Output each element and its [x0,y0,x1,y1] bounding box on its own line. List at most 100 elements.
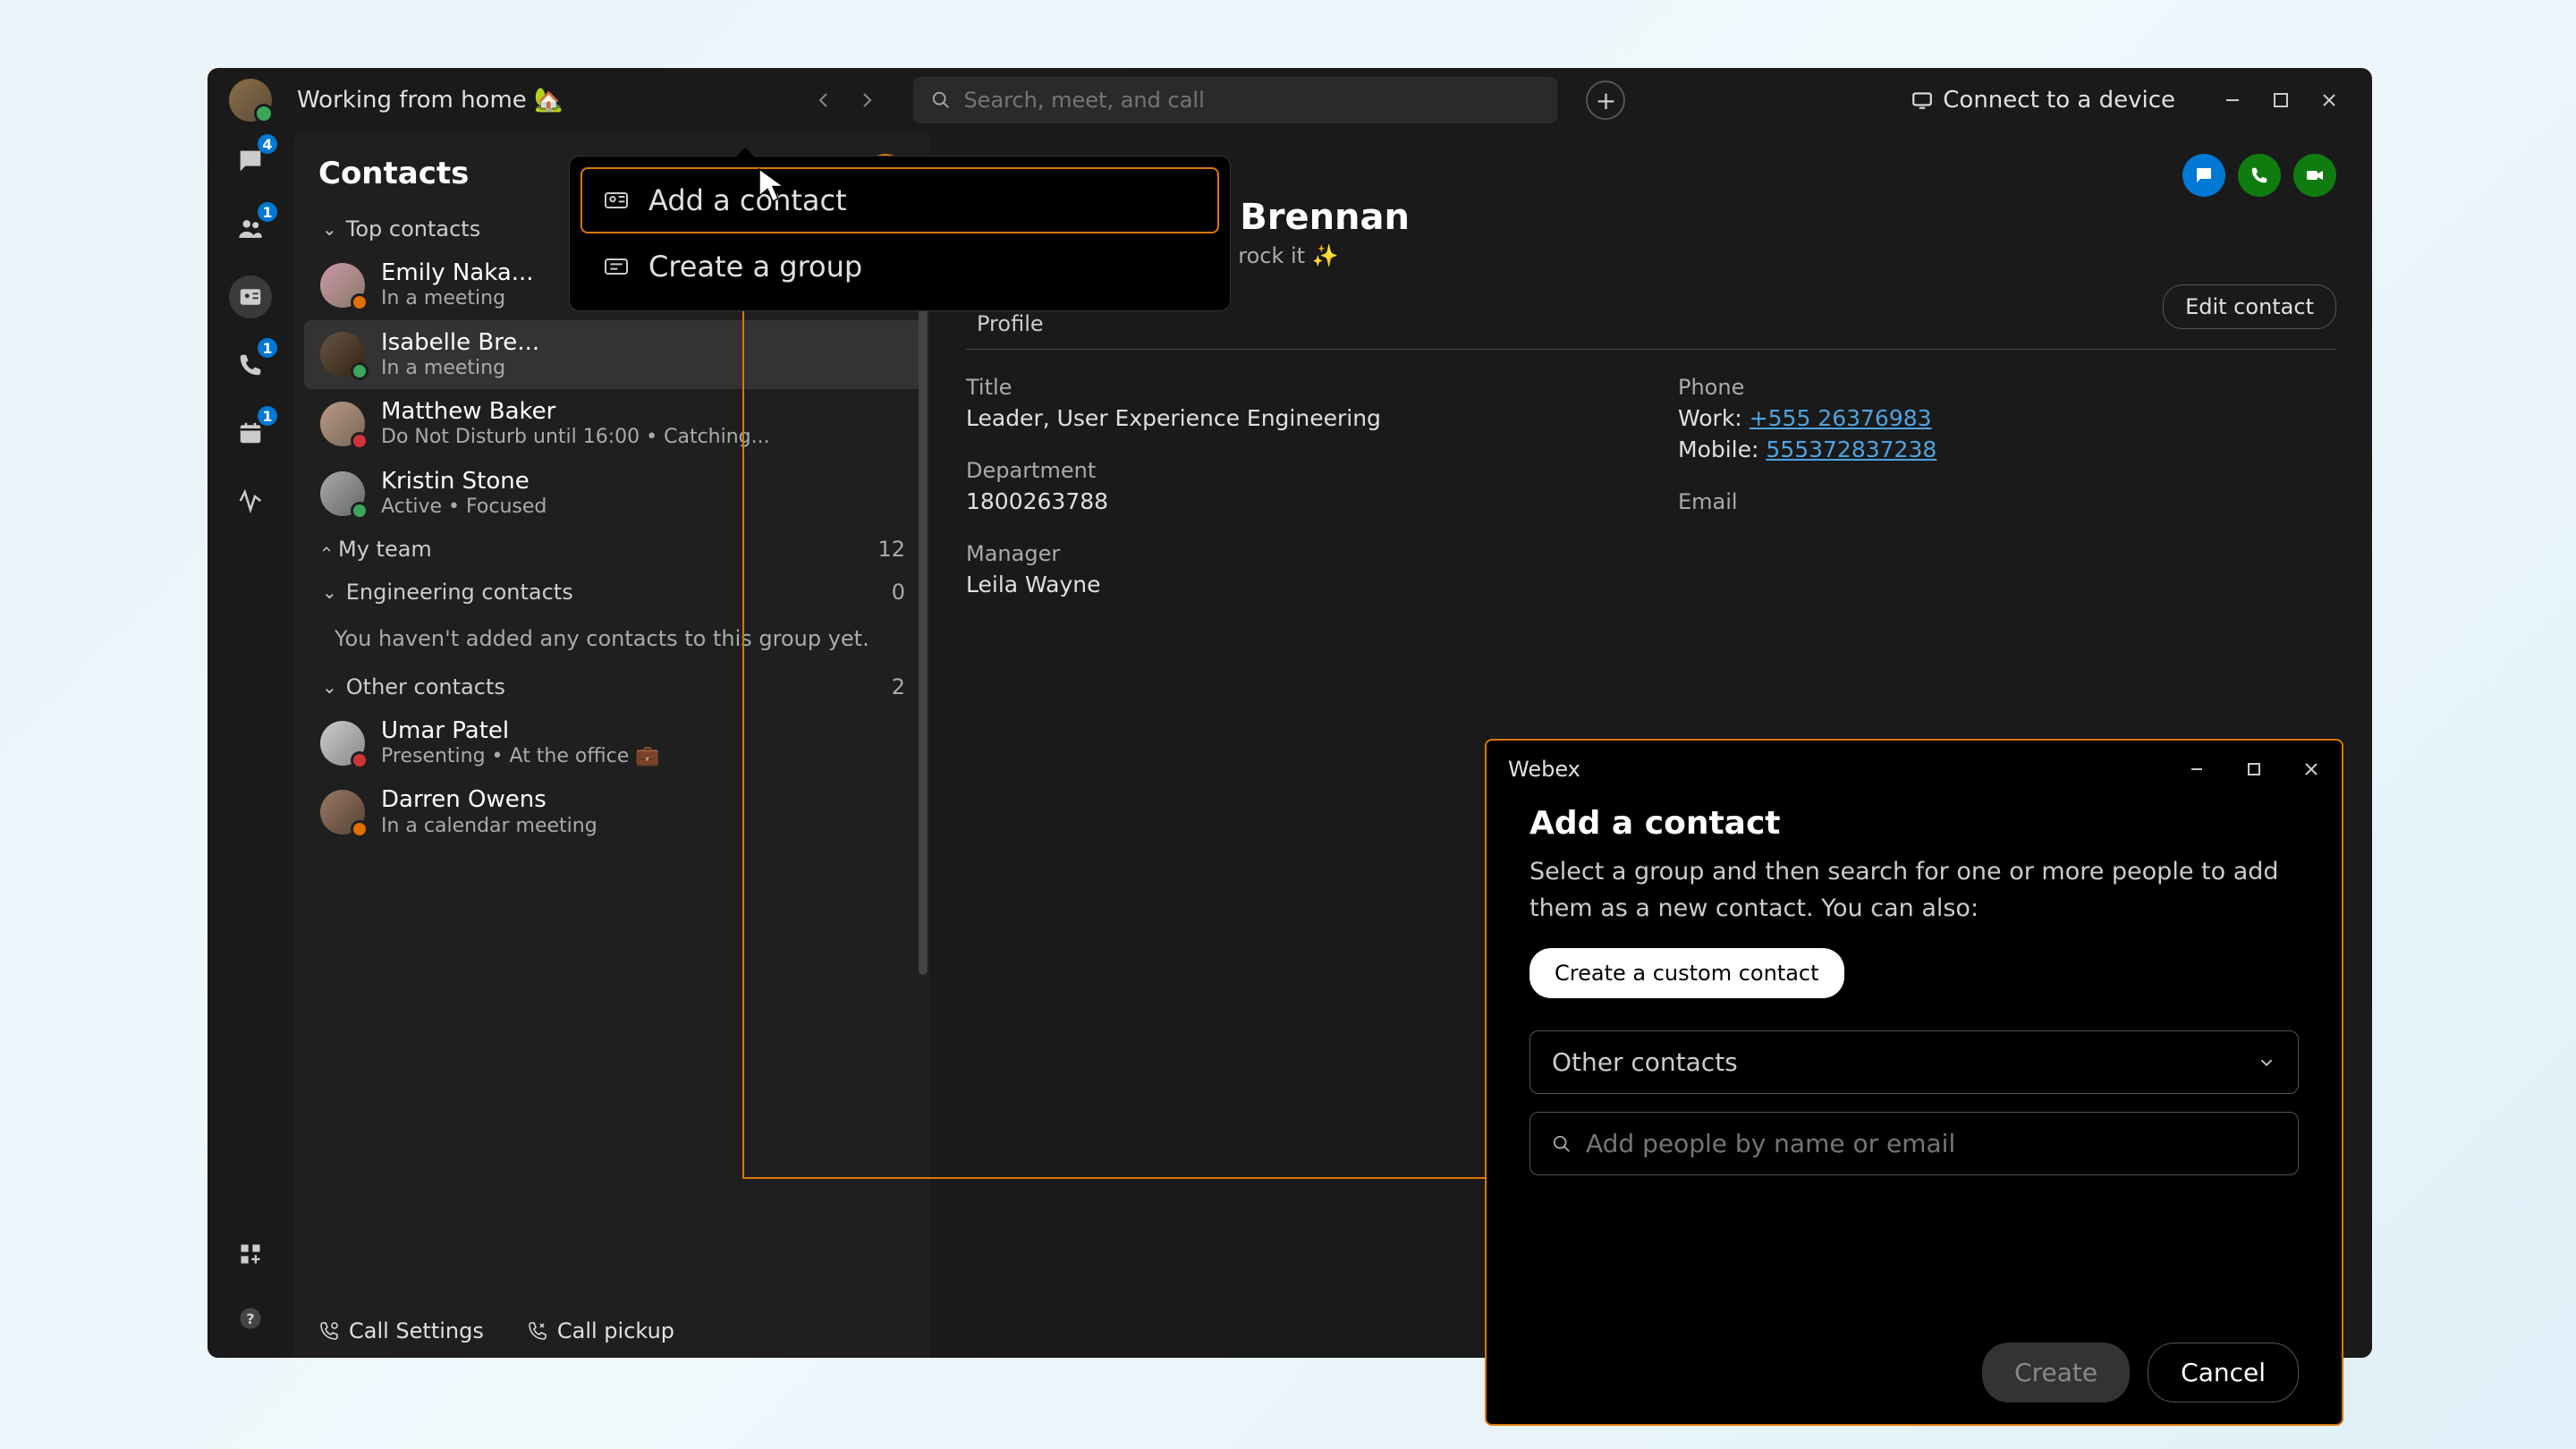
mobile-phone: Mobile: 555372837238 [1678,436,2336,462]
rail-help[interactable]: ? [229,1297,272,1340]
call-settings-button[interactable]: Call Settings [318,1318,484,1343]
contact-row-darren[interactable]: Darren OwensIn a calendar meeting [304,777,923,847]
rail-apps[interactable] [229,1233,272,1275]
rail-more[interactable] [229,479,272,522]
menu-create-group[interactable]: Create a group [580,233,1219,300]
phone-icon [2250,165,2269,185]
chevron-down-icon: ⌄ [322,581,337,603]
contact-status: Presenting • At the office 💼 [381,745,660,768]
profile-grid: Title Leader, User Experience Engineerin… [966,375,2336,597]
work-phone-link[interactable]: +555 26376983 [1750,405,1932,431]
dialog-controls [2188,760,2320,778]
contact-status: In a meeting [381,287,534,310]
dialog-maximize-button[interactable] [2245,760,2263,778]
status-badge-presenting [351,751,369,769]
video-call-button[interactable] [2293,154,2336,197]
close-button[interactable] [2318,89,2340,111]
rail-calling[interactable]: 1 [229,343,272,386]
create-button[interactable]: Create [1982,1343,2130,1402]
avatar [320,721,365,766]
contact-status: Active • Focused [381,496,547,519]
search-box[interactable] [913,77,1557,123]
contact-row-matthew[interactable]: Matthew BakerDo Not Disturb until 16:00 … [304,389,923,459]
search-icon [931,90,951,110]
connect-device-button[interactable]: Connect to a device [1911,87,2175,114]
contact-name: Kristin Stone [381,468,547,496]
status-badge-active [351,502,369,520]
field-title: Title Leader, User Experience Engineerin… [966,375,1624,431]
avatar [320,332,365,377]
rail-meetings[interactable]: 1 [229,411,272,454]
field-email: Email [1678,489,2336,514]
people-search-input[interactable] [1586,1129,2276,1158]
status-badge-meeting [351,820,369,838]
device-icon [1911,89,1934,112]
status-badge-active [351,362,369,380]
contact-name: Umar Patel [381,717,660,745]
group-count: 12 [877,537,905,562]
contact-row-isabelle[interactable]: Isabelle Bre...In a meeting [304,320,923,390]
search-icon [1552,1134,1572,1154]
self-status[interactable]: Working from home 🏡 [297,87,563,114]
call-pickup-icon [527,1320,548,1342]
contact-card-icon [602,186,631,215]
group-engineering[interactable]: ⌄ Engineering contacts 0 [304,571,923,614]
svg-text:?: ? [246,1310,254,1327]
group-label: Other contacts [346,674,505,699]
contact-status: Do Not Disturb until 16:00 • Catching... [381,426,770,449]
mobile-phone-link[interactable]: 555372837238 [1766,436,1936,462]
scrollbar[interactable] [919,208,928,1304]
dialog-minimize-button[interactable] [2188,760,2206,778]
rail-bottom: ? [229,1233,272,1340]
audio-call-button[interactable] [2238,154,2281,197]
group-my-team[interactable]: › My team 12 [304,528,923,571]
edit-contact-button[interactable]: Edit contact [2163,284,2336,329]
title-label: Title [966,375,1624,400]
group-other[interactable]: ⌄ Other contacts 2 [304,665,923,708]
mgr-value: Leila Wayne [966,572,1624,597]
dept-value: 1800263788 [966,488,1624,514]
contact-row-umar[interactable]: Umar PatelPresenting • At the office 💼 [304,708,923,778]
contact-row-kristin[interactable]: Kristin StoneActive • Focused [304,459,923,529]
group-select[interactable]: Other contacts [1530,1030,2299,1094]
back-button[interactable] [806,82,842,118]
help-icon: ? [238,1306,263,1331]
menu-add-contact[interactable]: Add a contact [580,167,1219,233]
dialog-close-button[interactable] [2302,760,2320,778]
avatar [320,790,365,835]
call-pickup-button[interactable]: Call pickup [527,1318,674,1343]
dialog-heading: Add a contact [1530,805,2299,842]
messaging-badge: 4 [258,134,277,154]
calls-badge: 1 [258,338,277,358]
message-button[interactable] [2182,154,2225,197]
group-label: Top contacts [346,216,480,242]
global-add-button[interactable]: + [1586,80,1625,120]
menu-label: Add a contact [648,183,847,217]
rail-teams[interactable]: 1 [229,208,272,250]
dialog-titlebar: Webex [1487,741,2342,798]
menu-label: Create a group [648,250,862,284]
chevron-down-icon [2257,1053,2276,1072]
nav-buttons [806,82,885,118]
contacts-panel: Contacts + ⌄ Top contacts Emily Naka...I… [293,132,930,1358]
add-contact-dropdown: Add a contact Create a group [569,156,1231,311]
forward-button[interactable] [849,82,885,118]
rail-contacts[interactable] [229,275,272,318]
window-controls [2222,89,2340,111]
group-label: Engineering contacts [346,580,573,605]
rail-messaging[interactable]: 4 [229,140,272,182]
add-contact-dialog: Webex Add a contact Select a group and t… [1485,739,2343,1426]
call-settings-label: Call Settings [349,1318,484,1343]
minimize-button[interactable] [2222,89,2243,111]
search-input[interactable] [963,88,1539,113]
maximize-button[interactable] [2270,89,2292,111]
group-select-value: Other contacts [1552,1047,1738,1077]
people-search-box[interactable] [1530,1112,2299,1175]
contacts-list: ⌄ Top contacts Emily Naka...In a meeting… [293,208,930,1304]
cancel-button[interactable]: Cancel [2148,1343,2299,1402]
avatar [320,263,365,308]
create-custom-contact-button[interactable]: Create a custom contact [1530,948,1844,998]
self-avatar[interactable] [229,79,272,122]
chevron-right-icon: › [315,546,336,553]
field-phone: Phone Work: +555 26376983 Mobile: 555372… [1678,375,2336,462]
